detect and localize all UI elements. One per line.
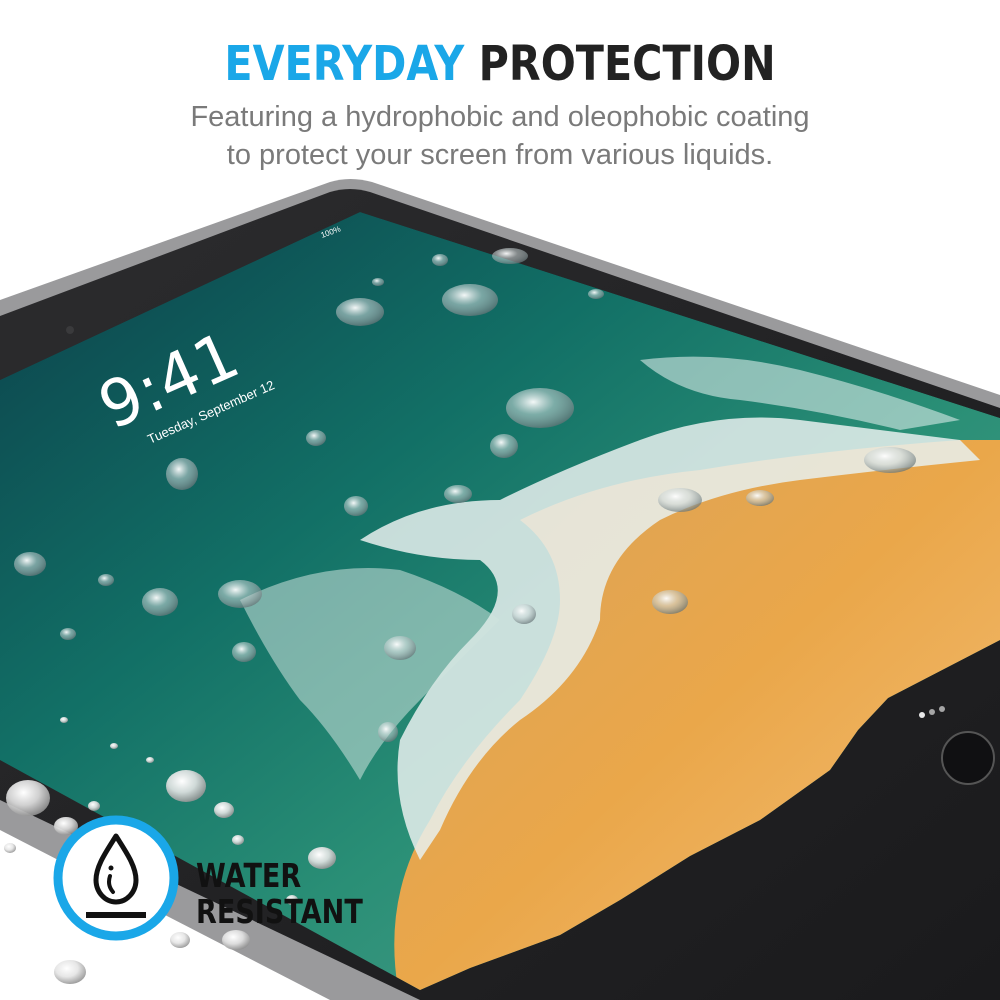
home-button[interactable] [941,731,995,785]
badge-line-1: WATER [196,856,302,895]
page-dot [929,709,935,715]
water-drop-icon [53,815,179,941]
tablet-scene: 9:41 Tuesday, September 12 100% [0,179,1000,1000]
front-camera [66,326,74,334]
badge-line-2: RESISTANT [196,892,363,931]
page-dot [939,706,945,712]
page-dot [919,712,925,718]
water-resistant-label: WATER RESISTANT [196,858,363,930]
